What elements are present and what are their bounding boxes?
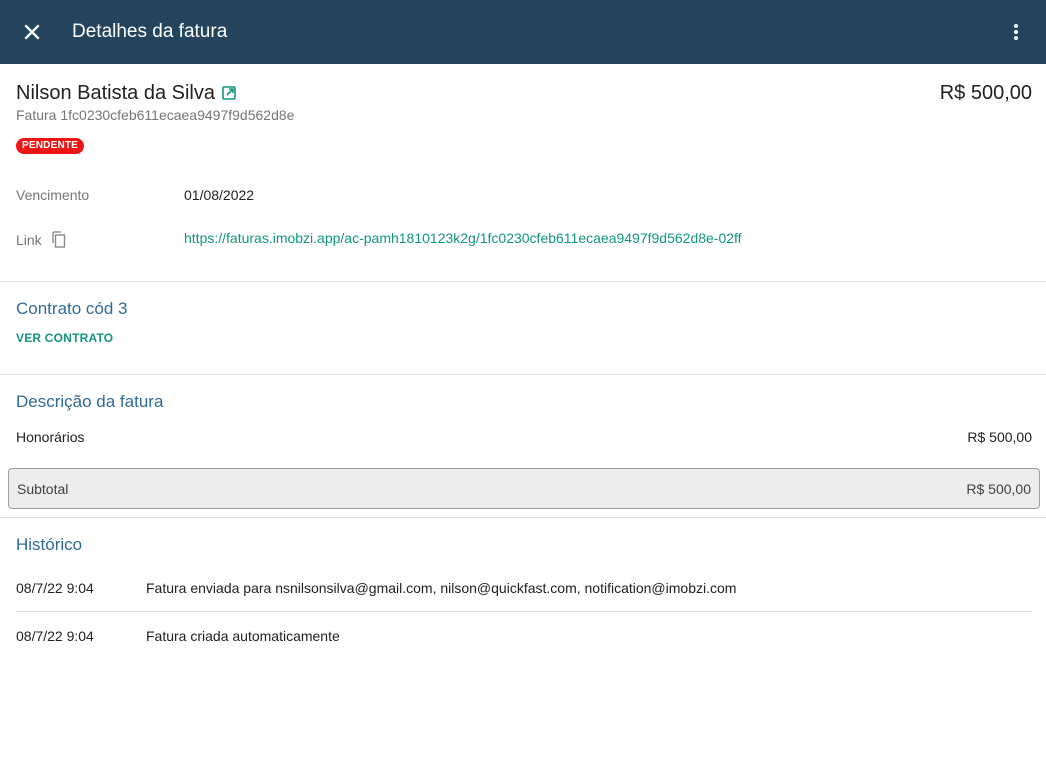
history-divider [16,611,1032,612]
subtotal-value: R$ 500,00 [966,481,1031,497]
copy-icon [51,231,65,248]
invoice-link[interactable]: https://faturas.imobzi.app/ac-pamh181012… [184,230,742,246]
contract-title: Contrato cód 3 [16,299,128,318]
description-item-label: Honorários [16,429,85,445]
history-title: Histórico [16,535,83,554]
page-title: Detalhes da fatura [72,21,228,42]
description-item-value: R$ 500,00 [967,429,1032,445]
history-date: 08/7/22 9:04 [16,628,94,644]
link-value-wrapper: https://faturas.imobzi.app/ac-pamh181012… [184,230,742,246]
subtotal-label: Subtotal [17,481,69,497]
due-date-value: 01/08/2022 [184,187,255,203]
open-client-button[interactable] [221,82,237,108]
close-button[interactable] [16,16,48,48]
divider [0,281,1046,282]
divider [0,374,1046,375]
invoice-amount: R$ 500,00 [939,82,1032,104]
due-date-label: Vencimento [16,187,90,203]
history-text: Fatura enviada para nsnilsonsilva@gmail.… [146,580,737,596]
subtotal-row: Subtotal R$ 500,00 [8,468,1040,509]
link-label: Link [16,232,42,248]
description-item: Honorários R$ 500,00 [16,429,1032,445]
copy-link-button[interactable] [50,230,66,251]
status-badge: PENDENTE [16,138,85,154]
history-text: Fatura criada automaticamente [146,628,340,644]
link-label-row: Link [16,230,66,251]
more-vertical-icon [1014,24,1018,40]
more-options-button[interactable] [1000,16,1032,48]
history-date: 08/7/22 9:04 [16,580,94,596]
description-title: Descrição da fatura [16,392,164,411]
client-name: Nilson Batista da Silva [16,82,215,104]
divider [0,517,1046,518]
client-name-row: Nilson Batista da Silva [16,80,237,108]
external-link-icon [222,86,236,100]
invoice-id: Fatura 1fc0230cfeb611ecaea9497f9d562d8e [16,107,295,123]
close-icon [24,24,40,40]
view-contract-button[interactable]: VER CONTRATO [16,331,113,345]
app-bar: Detalhes da fatura [0,0,1046,64]
